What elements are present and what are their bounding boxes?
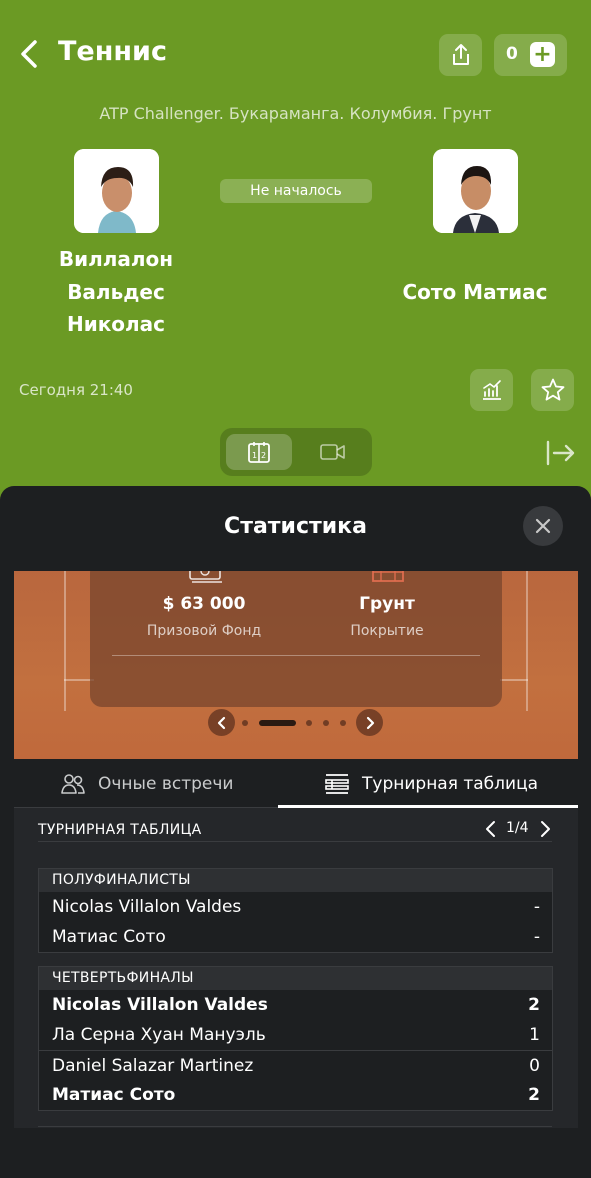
pager-dot[interactable] [306, 720, 312, 726]
coupon-button[interactable]: 0 + [494, 34, 567, 76]
pager-dot-active[interactable] [259, 720, 296, 726]
away-player-name[interactable]: Сото Матиас [390, 276, 560, 309]
close-icon [535, 518, 551, 534]
player-name: Daniel Salazar Martinez [52, 1056, 254, 1076]
home-player-avatar[interactable] [74, 149, 159, 233]
banner-pager [208, 709, 384, 737]
prize-label: Призовой Фонд [146, 623, 262, 639]
video-icon [320, 444, 345, 460]
chevron-right-icon[interactable] [538, 820, 552, 838]
table-row[interactable]: Матиас Сото 2 [39, 1080, 552, 1110]
close-button[interactable] [523, 506, 563, 546]
scoreboard-toggle[interactable]: 1 2 [226, 434, 292, 470]
standings-pager: 1/4 [484, 818, 554, 840]
standings-group-semifinalists: ПОЛУФИНАЛИСТЫ Nicolas Villalon Valdes - … [38, 868, 553, 953]
video-toggle[interactable] [300, 434, 366, 470]
pager-dot[interactable] [242, 720, 248, 726]
court-line [500, 679, 528, 681]
svg-text:1: 1 [252, 451, 257, 460]
player-score: - [533, 927, 540, 947]
sheet-title: Статистика [224, 514, 367, 539]
scoreboard-icon: 1 2 [248, 442, 270, 463]
table-row[interactable]: Daniel Salazar Martinez 0 [39, 1050, 552, 1080]
divider [38, 1126, 552, 1127]
player-score: 1 [529, 1025, 540, 1045]
card-divider [112, 655, 480, 656]
tab-head-to-head[interactable]: Очные встречи [60, 760, 233, 808]
standings-title: ТУРНИРНАЯ ТАБЛИЦА [38, 822, 202, 838]
tab-head-to-head-label: Очные встречи [98, 774, 234, 794]
share-button[interactable] [439, 34, 482, 76]
home-player-name[interactable]: Виллалон Вальдес Николас [40, 243, 192, 341]
surface-label: Покрытие [350, 623, 424, 639]
plus-icon: + [530, 42, 555, 67]
back-icon[interactable] [16, 36, 46, 72]
view-switch: 1 2 [220, 428, 372, 476]
match-page: Теннис 0 + ATP Challenger. Букараманга. … [0, 0, 591, 1178]
player-score: 2 [528, 1085, 540, 1105]
prize-value: $ 63 000 [162, 594, 246, 614]
table-row[interactable]: Матиас Сото - [39, 922, 552, 952]
pager-dot[interactable] [340, 720, 346, 726]
exit-icon[interactable] [545, 438, 577, 468]
match-start-time: Сегодня 21:40 [19, 381, 133, 399]
player-name: Ла Серна Хуан Мануэль [52, 1025, 266, 1045]
match-status-badge: Не началось [220, 179, 372, 203]
star-icon [541, 378, 564, 401]
stats-tabs: Очные встречи Турнирная таблица [14, 760, 578, 808]
player-name: Nicolas Villalon Valdes [52, 995, 268, 1015]
standings-group-quarterfinals: ЧЕТВЕРТЬФИНАЛЫ Nicolas Villalon Valdes 2… [38, 966, 553, 1111]
group-title: ПОЛУФИНАЛИСТЫ [39, 869, 552, 892]
share-icon [452, 44, 469, 65]
table-row[interactable]: Nicolas Villalon Valdes - [39, 892, 552, 922]
coupon-count: 0 [506, 44, 518, 64]
table-icon [325, 774, 349, 794]
group-title: ЧЕТВЕРТЬФИНАЛЫ [39, 967, 552, 990]
divider [38, 841, 552, 842]
tournament-info-banner: $ 63 000 Призовой Фонд Грунт Покрытие [14, 571, 578, 759]
tab-standings-label: Турнирная таблица [362, 774, 539, 794]
tournament-info-card: $ 63 000 Призовой Фонд Грунт Покрытие [90, 571, 502, 707]
away-player-avatar[interactable] [433, 149, 518, 233]
favorite-button[interactable] [531, 369, 574, 411]
table-row[interactable]: Nicolas Villalon Valdes 2 [39, 990, 552, 1020]
people-icon [61, 774, 85, 794]
page-title: Теннис [58, 36, 167, 67]
stats-button[interactable] [470, 369, 513, 411]
money-icon [186, 571, 226, 585]
player-name: Матиас Сото [52, 927, 166, 947]
court-line [64, 571, 66, 711]
pager-prev-icon[interactable] [208, 709, 235, 736]
court-icon [369, 571, 409, 585]
pager-next-icon[interactable] [356, 709, 383, 736]
standings-panel: ТУРНИРНАЯ ТАБЛИЦА 1/4 ПОЛУФИНАЛИСТЫ Nico… [14, 808, 578, 1128]
tournament-name: ATP Challenger. Букараманга. Колумбия. Г… [99, 104, 492, 123]
chart-icon [482, 380, 501, 400]
match-header: Теннис 0 + ATP Challenger. Букараманга. … [0, 0, 591, 500]
player-score: 0 [529, 1056, 540, 1076]
table-row[interactable]: Ла Серна Хуан Мануэль 1 [39, 1020, 552, 1050]
player-name: Матиас Сото [52, 1085, 176, 1105]
court-line [526, 571, 528, 711]
tab-standings[interactable]: Турнирная таблица [324, 760, 538, 808]
svg-text:2: 2 [261, 451, 266, 460]
player-name: Nicolas Villalon Valdes [52, 897, 242, 917]
player-score: - [533, 897, 540, 917]
standings-page: 1/4 [506, 820, 529, 836]
player-score: 2 [528, 995, 540, 1015]
pager-dot[interactable] [323, 720, 329, 726]
surface-value: Грунт [359, 594, 415, 614]
chevron-left-icon[interactable] [484, 820, 498, 838]
